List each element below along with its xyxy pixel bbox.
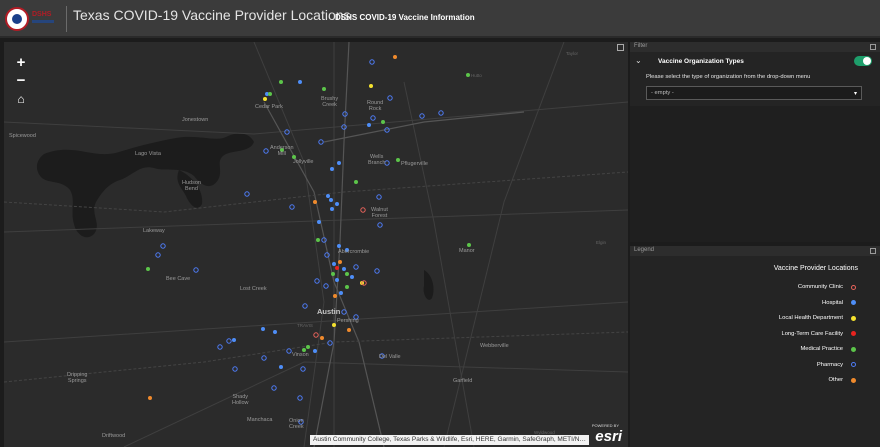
- legend-item-label: Long-Term Care Facility: [781, 330, 843, 337]
- legend-symbol-icon: [851, 346, 856, 352]
- filter-maximize-icon[interactable]: [870, 44, 876, 50]
- legend-maximize-icon[interactable]: [870, 248, 876, 254]
- legend-item-label: Pharmacy: [816, 361, 843, 368]
- map-maximize-icon[interactable]: [617, 44, 624, 51]
- place-del-valle: Del Valle: [379, 354, 401, 360]
- page-title: Texas COVID-19 Vaccine Provider Location…: [73, 7, 351, 23]
- legend-symbol-icon: [851, 331, 856, 336]
- home-icon[interactable]: ⌂: [11, 91, 31, 107]
- place-anderson-mill: Anderson Mill: [270, 145, 294, 157]
- filter-panel-title: Filter: [634, 43, 648, 49]
- legend-item-label: Community Clinic: [797, 284, 843, 290]
- place-shady-hollow: Shady Hollow: [232, 394, 249, 406]
- legend-panel-header: Legend: [630, 246, 880, 256]
- map-attribution: Austin Community College, Texas Parks & …: [310, 435, 589, 445]
- place-manchaca: Manchaca: [247, 417, 273, 423]
- place-vinson: Vinson: [292, 352, 309, 358]
- place-hudson-bend: Hudson Bend: [182, 180, 201, 192]
- legend-symbol-icon: [851, 362, 856, 367]
- app-header: DSHS Texas COVID-19 Vaccine Provider Loc…: [0, 0, 880, 38]
- place-taylor: Taylor: [566, 51, 579, 56]
- filter-label: Vaccine Organization Types: [658, 58, 744, 65]
- filter-panel-header: Filter: [630, 42, 880, 52]
- legend-item-label: Hospital: [822, 299, 843, 306]
- place-round-rock: Round Rock: [367, 100, 384, 112]
- zoom-in-button[interactable]: +: [11, 55, 31, 71]
- place-austin: Austin: [317, 307, 341, 316]
- place-walnut-forest: Walnut Forest: [371, 207, 388, 219]
- place-wells-branch: Wells Branch: [368, 154, 386, 166]
- basemap: [4, 42, 628, 447]
- legend-item: Local Health Department: [779, 313, 856, 323]
- legend-item: Long-Term Care Facility: [781, 329, 856, 339]
- place-lost-creek: Lost Creek: [240, 286, 267, 292]
- organization-type-select-value: - empty -: [651, 90, 674, 96]
- place-pflugerville: Pflugerville: [401, 161, 428, 167]
- header-divider: [66, 6, 67, 32]
- filter-panel: Filter ⌄ Vaccine Organization Types Plea…: [630, 42, 880, 242]
- place-lago-vista: Lago Vista: [135, 151, 161, 157]
- place-lakeway: Lakeway: [143, 228, 165, 234]
- organization-type-select[interactable]: - empty - ▾: [646, 86, 862, 100]
- place-driftwood: Driftwood: [102, 433, 126, 439]
- legend-symbol-icon: [851, 300, 856, 305]
- place-pershing: Pershing: [337, 318, 359, 324]
- legend-title: Vaccine Provider Locations: [773, 265, 858, 272]
- place-onion-creek: Onion Creek: [289, 418, 304, 430]
- place-travis-county: TRAVIS: [297, 323, 313, 328]
- place-brushy-creek: Brushy Creek: [321, 96, 339, 108]
- legend-panel-title: Legend: [634, 247, 655, 253]
- place-jollyville: Jollyville: [293, 159, 314, 165]
- filter-toggle[interactable]: [854, 56, 872, 66]
- legend-symbol-icon: [851, 284, 856, 290]
- place-dripping-springs: Dripping Springs: [67, 372, 88, 384]
- place-bee-cave: Bee Cave: [166, 276, 191, 282]
- legend-item-label: Local Health Department: [778, 315, 843, 321]
- zoom-out-button[interactable]: −: [11, 73, 31, 89]
- place-abercrombie: Abercrombie: [338, 249, 370, 255]
- vaccine-info-link[interactable]: DSHS COVID-19 Vaccine Information: [335, 13, 475, 22]
- legend-item: Medical Practice: [800, 344, 856, 354]
- logo-underline: [32, 20, 54, 23]
- legend-symbol-icon: [851, 315, 856, 321]
- legend-panel: Legend Vaccine Provider Locations Commun…: [630, 246, 880, 447]
- chevron-down-icon[interactable]: ⌄: [635, 56, 642, 65]
- legend-item-label: Medical Practice: [800, 346, 843, 352]
- legend-item: Pharmacy: [817, 360, 856, 370]
- place-manor: Manor: [459, 248, 475, 254]
- filter-hint: Please select the type of organization f…: [646, 74, 811, 80]
- place-webberville: Webberville: [480, 343, 509, 349]
- legend-item: Community Clinic: [798, 282, 856, 292]
- place-hutto: Hutto: [471, 73, 482, 78]
- dshs-seal-logo[interactable]: [5, 7, 29, 31]
- legend-item: Other: [828, 375, 856, 385]
- place-jonestown: Jonestown: [182, 117, 209, 123]
- dropdown-arrow-icon: ▾: [853, 91, 857, 97]
- place-garfield: Garfield: [453, 378, 473, 384]
- place-cedar-park: Cedar Park: [255, 104, 283, 110]
- map-view[interactable]: Taylor Hutto Cedar Park Brushy Creek Rou…: [4, 42, 628, 447]
- place-spicewood: Spicewood: [9, 133, 36, 139]
- esri-logo[interactable]: esri: [595, 428, 622, 445]
- legend-symbol-icon: [851, 377, 856, 383]
- filter-results-area: [630, 106, 880, 242]
- legend-item-label: Other: [828, 377, 844, 383]
- app-window: DSHS Texas COVID-19 Vaccine Provider Loc…: [0, 0, 880, 447]
- logo-text: DSHS: [32, 11, 52, 18]
- legend-item: Hospital: [822, 298, 856, 308]
- place-elgin: Elgin: [596, 240, 607, 245]
